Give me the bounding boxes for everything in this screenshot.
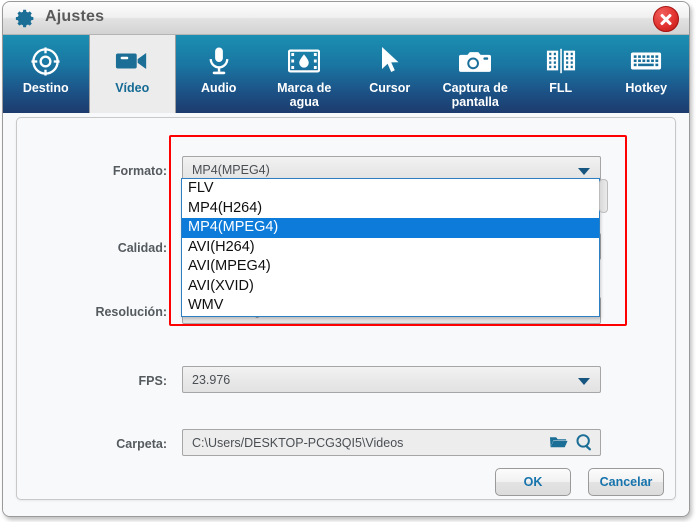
film-icon <box>546 44 576 78</box>
cancel-label: Cancelar <box>599 475 653 489</box>
folder-icon[interactable] <box>549 434 568 451</box>
label-resolucion: Resolución: <box>95 305 167 319</box>
fps-value: 23.976 <box>192 372 231 387</box>
tab-cursor[interactable]: Cursor <box>347 35 433 113</box>
window-title: Ajustes <box>45 8 105 25</box>
target-icon <box>30 44 61 78</box>
tab-label: Audio <box>201 81 237 95</box>
title-bar: Ajustes <box>3 2 689 35</box>
tab-fll[interactable]: FLL <box>518 35 604 113</box>
dropdown-option[interactable]: AVI(XVID) <box>182 277 599 297</box>
label-carpeta: Carpeta: <box>116 437 167 451</box>
chevron-down-icon <box>578 168 590 175</box>
tab-destino[interactable]: Destino <box>3 35 89 113</box>
tab-toolbar: Destino Vídeo Audio Marca de agua Cursor… <box>3 35 689 113</box>
label-formato: Formato: <box>112 164 167 178</box>
gear-icon <box>15 8 36 29</box>
label-calidad: Calidad: <box>117 241 167 255</box>
carpeta-value: C:\Users/DESKTOP-PCG3QI5\Videos <box>192 435 404 450</box>
dropdown-option[interactable]: MP4(H264) <box>182 199 599 219</box>
dropdown-scrollbar[interactable] <box>599 179 608 213</box>
dropdown-option[interactable]: WMV <box>182 296 599 316</box>
camera-icon <box>459 44 492 78</box>
tab-label: Hotkey <box>625 81 668 95</box>
settings-dialog-screenshot: Ajustes Destino Vídeo Audio Marca de agu… <box>0 0 696 522</box>
formato-dropdown-list[interactable]: FLV MP4(H264) MP4(MPEG4) AVI(H264) AVI(M… <box>181 178 608 317</box>
tab-hotkey[interactable]: Hotkey <box>604 35 690 113</box>
tab-label: Cursor <box>369 81 411 95</box>
watermark-icon <box>288 44 321 78</box>
microphone-icon <box>206 44 232 78</box>
camcorder-icon <box>115 44 149 78</box>
tab-video[interactable]: Vídeo <box>88 35 176 113</box>
settings-window: Ajustes Destino Vídeo Audio Marca de agu… <box>2 1 690 517</box>
dropdown-option-selected[interactable]: MP4(MPEG4) <box>182 218 599 238</box>
fps-combobox[interactable]: 23.976 <box>182 366 601 393</box>
dropdown-option[interactable]: AVI(MPEG4) <box>182 257 599 277</box>
tab-audio[interactable]: Audio <box>176 35 262 113</box>
cursor-icon <box>379 44 401 78</box>
tab-captura-de-pantalla[interactable]: Captura de pantalla <box>433 35 519 113</box>
tab-label: Captura de pantalla <box>442 81 508 109</box>
tab-marca-de-agua[interactable]: Marca de agua <box>262 35 348 113</box>
cancel-button[interactable]: Cancelar <box>588 468 664 496</box>
ok-label: OK <box>523 475 543 489</box>
ok-button[interactable]: OK <box>495 468 571 496</box>
dropdown-option[interactable]: FLV <box>182 179 599 199</box>
magnifier-icon[interactable] <box>575 433 594 452</box>
keyboard-icon <box>630 44 662 78</box>
tab-label: Marca de agua <box>277 81 332 109</box>
dropdown-option[interactable]: AVI(H264) <box>182 238 599 258</box>
tab-label: Destino <box>22 81 69 95</box>
chevron-down-icon <box>578 378 590 385</box>
tab-label: FLL <box>549 81 573 95</box>
close-icon[interactable] <box>653 6 679 32</box>
label-fps: FPS: <box>138 374 167 388</box>
tab-label: Vídeo <box>115 81 150 95</box>
carpeta-field[interactable]: C:\Users/DESKTOP-PCG3QI5\Videos <box>182 429 601 456</box>
